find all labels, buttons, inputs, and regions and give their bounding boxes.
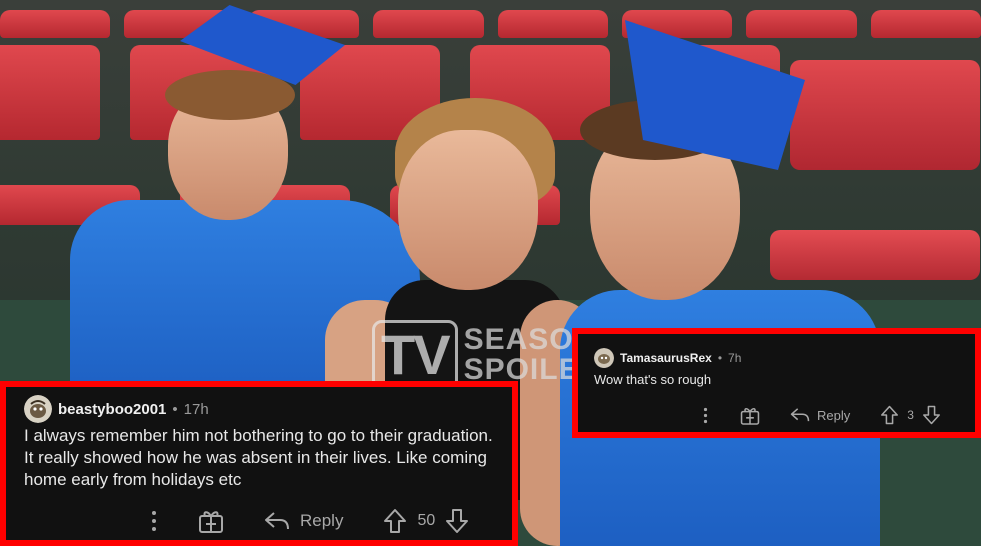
downvote-icon[interactable]	[922, 405, 941, 425]
comment-card: TamasaurusRex • 7h Wow that's so rough R…	[572, 328, 981, 438]
upvote-icon[interactable]	[383, 508, 407, 534]
reply-label: Reply	[300, 511, 344, 530]
vote-count: 3	[907, 408, 914, 422]
comment-header: TamasaurusRex • 7h	[594, 348, 741, 368]
cartoon-avatar-icon[interactable]	[24, 395, 52, 423]
comment-username[interactable]: beastyboo2001	[58, 401, 166, 418]
comment-card: beastyboo2001 • 17h I always remember hi…	[0, 381, 518, 546]
downvote-icon[interactable]	[445, 508, 469, 534]
comment-header: beastyboo2001 • 17h	[24, 395, 209, 423]
comment-text: I always remember him not bothering to g…	[24, 426, 493, 489]
comment-text: Wow that's so rough	[594, 372, 712, 387]
reply-arrow-icon	[790, 408, 810, 422]
seat-row	[0, 10, 981, 38]
comment-actions: Reply 3	[698, 402, 941, 428]
upvote-icon[interactable]	[880, 405, 899, 425]
comment-timestamp: 17h	[183, 400, 209, 418]
award-icon[interactable]	[740, 406, 760, 425]
person-hair	[165, 70, 295, 120]
seat	[790, 60, 980, 170]
seat	[770, 230, 980, 280]
watermark-tv-text: TV	[372, 320, 458, 390]
more-options-icon[interactable]	[698, 407, 712, 424]
reply-arrow-icon	[265, 512, 289, 530]
separator-dot: •	[717, 351, 723, 365]
cartoon-avatar-icon[interactable]	[594, 348, 614, 368]
comment-timestamp: 7h	[728, 351, 742, 365]
person-face	[398, 130, 538, 290]
vote-count: 50	[417, 512, 436, 529]
separator-dot: •	[172, 400, 178, 418]
comment-actions: Reply 50	[144, 506, 469, 536]
reply-button[interactable]: Reply	[264, 511, 343, 531]
comment-username[interactable]: TamasaurusRex	[620, 351, 712, 365]
reply-button[interactable]: Reply	[790, 407, 850, 423]
reply-label: Reply	[817, 407, 851, 423]
more-options-icon[interactable]	[144, 510, 164, 532]
award-icon[interactable]	[198, 509, 224, 533]
